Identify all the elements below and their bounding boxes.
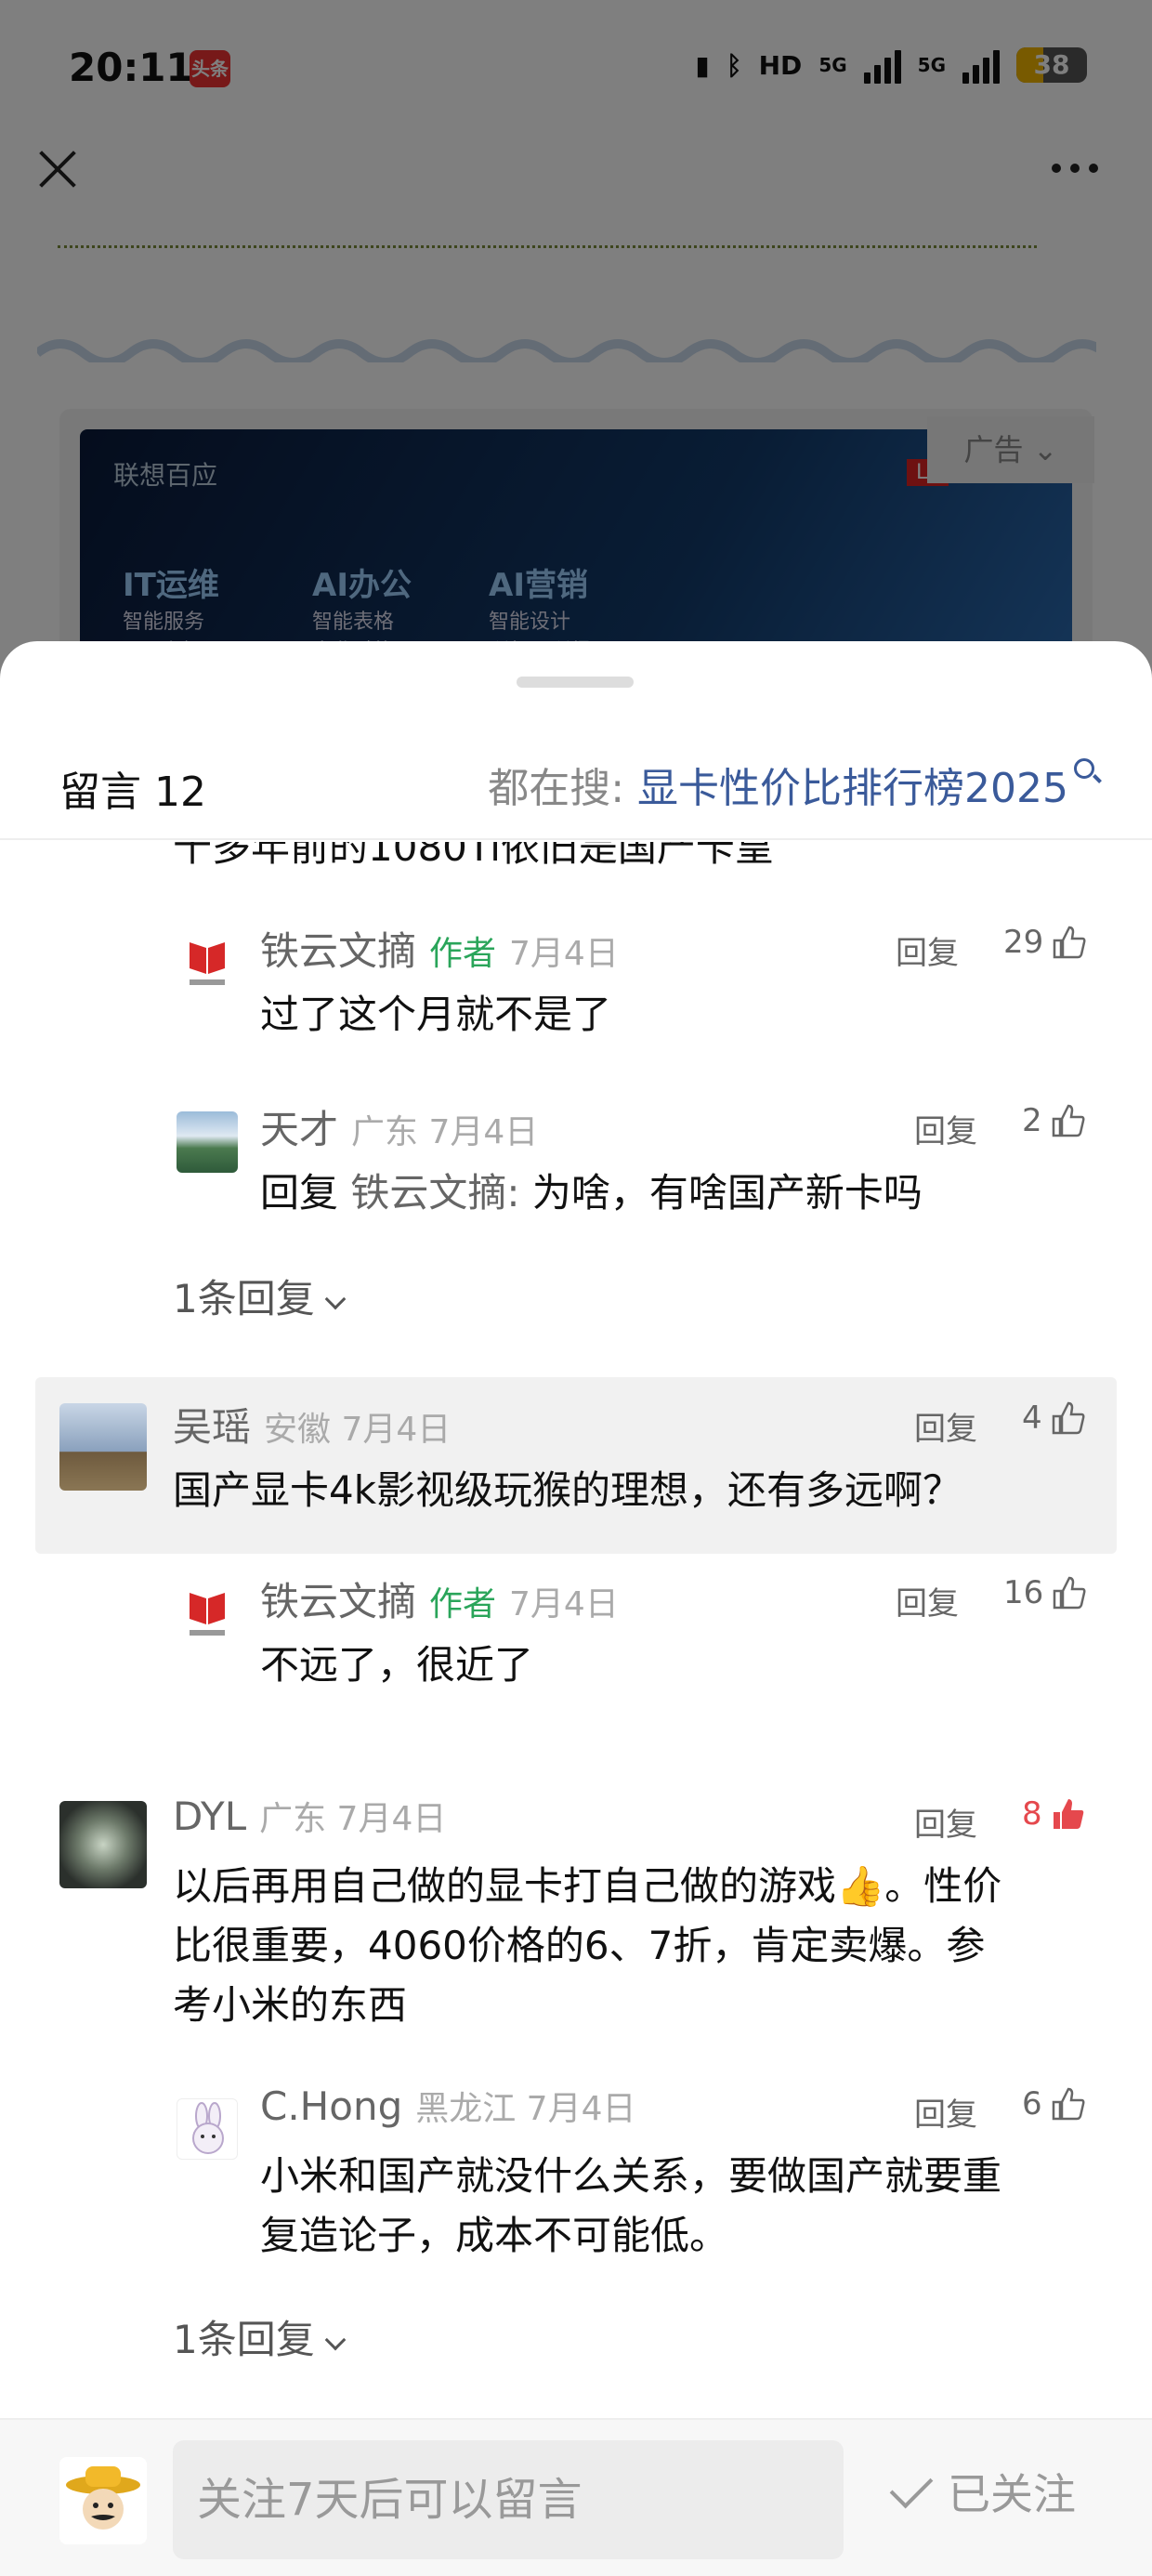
sheet-drag-handle[interactable]: [517, 677, 634, 688]
comment-body: 回复 铁云文摘: 为啥，有啥国产新卡吗: [260, 1170, 923, 1216]
comment-author[interactable]: 铁云文摘 作者 7月4日: [260, 920, 619, 977]
comment-body: 以后再用自己做的显卡打自己做的游戏👍。性价 比很重要，4060价格的6、7折，肯…: [173, 1863, 1002, 2028]
thumbs-up-icon: [1052, 1401, 1085, 1435]
comments-sheet: 留言 12 都在搜: 显卡性价比排行榜2025 十多年前的1080Ti依旧是国产…: [0, 641, 1152, 2576]
comments-title: 留言 12: [59, 769, 206, 816]
check-icon: [889, 2464, 934, 2509]
thumbs-up-icon: [1052, 2087, 1085, 2121]
screen: 20:11 头条 ▮ ᛒ HD 5G 5G 38 联想百应 Le IT运维智能服…: [0, 0, 1152, 2576]
hot-search[interactable]: 都在搜: 显卡性价比排行榜2025: [488, 755, 1094, 814]
thumbs-up-icon: [1053, 1799, 1083, 1829]
avatar[interactable]: [59, 1403, 147, 1491]
avatar[interactable]: [177, 2098, 238, 2160]
comment-author[interactable]: 铁云文摘 作者 7月4日: [260, 1571, 619, 1627]
follow-status-button[interactable]: 已关注: [889, 2461, 1076, 2522]
like-button-liked[interactable]: 8: [1022, 1795, 1087, 1833]
comment-input[interactable]: 关注7天后可以留言: [173, 2440, 844, 2559]
like-button[interactable]: 4: [1022, 1400, 1087, 1437]
chevron-down-icon: [324, 1288, 347, 1310]
comment-author[interactable]: 天才 广东 7月4日: [260, 1098, 538, 1155]
reply-button[interactable]: 回复: [914, 1799, 977, 1845]
user-avatar[interactable]: [59, 2457, 147, 2544]
overlay-dim[interactable]: [0, 0, 1152, 669]
comment-list[interactable]: 十多年前的1080Ti依旧是国产卡皇 铁云文摘 作者 7月4日 回复 29 过了这个…: [0, 842, 1152, 2418]
like-button[interactable]: 16: [1003, 1574, 1088, 1611]
reply-button[interactable]: 回复: [896, 927, 959, 973]
reply-button[interactable]: 回复: [914, 1106, 977, 1151]
avatar[interactable]: [177, 933, 238, 994]
author-tag: 作者: [429, 1585, 497, 1623]
avatar[interactable]: [177, 1584, 238, 1645]
expand-replies-button[interactable]: 1条回复: [173, 2308, 347, 2365]
comment-author[interactable]: C.Hong 黑龙江 7月4日: [260, 2082, 636, 2130]
thumbs-up-icon: [1052, 1104, 1085, 1137]
thumbs-up-icon: [1054, 926, 1086, 959]
search-icon: [1074, 758, 1094, 779]
comment-body: 国产显卡4k影视级玩猴的理想，还有多远啊？: [173, 1467, 962, 1513]
thumbs-up-icon: [1054, 1576, 1086, 1610]
reply-button[interactable]: 回复: [914, 1403, 977, 1449]
hot-search-keyword[interactable]: 显卡性价比排行榜2025: [637, 765, 1068, 812]
sheet-header: 留言 12 都在搜: 显卡性价比排行榜2025: [0, 725, 1152, 840]
chevron-down-icon: [324, 2329, 347, 2351]
comment-composer: 关注7天后可以留言 已关注: [0, 2418, 1152, 2576]
comment-body-partial: 十多年前的1080Ti依旧是国产卡皇: [173, 842, 774, 870]
like-button[interactable]: 2: [1022, 1102, 1087, 1139]
comment-body: 小米和国产就没什么关系，要做国产就要重 复造论子，成本不可能低。: [260, 2153, 1002, 2258]
comment-author[interactable]: DYL 广东 7月4日: [173, 1792, 446, 1840]
like-button[interactable]: 29: [1003, 924, 1088, 961]
expand-replies-button[interactable]: 1条回复: [173, 1268, 347, 1324]
avatar[interactable]: [177, 1111, 238, 1173]
reply-button[interactable]: 回复: [896, 1578, 959, 1623]
comment-body: 不远了，很近了: [260, 1642, 534, 1688]
reply-target: 铁云文摘:: [350, 1170, 520, 1216]
reply-button[interactable]: 回复: [914, 2089, 977, 2135]
comment-author[interactable]: 吴瑶 安徽 7月4日: [173, 1396, 451, 1452]
like-button[interactable]: 6: [1022, 2085, 1087, 2123]
avatar[interactable]: [59, 1801, 147, 1888]
comment-body: 过了这个月就不是了: [260, 992, 612, 1037]
author-tag: 作者: [429, 935, 497, 973]
